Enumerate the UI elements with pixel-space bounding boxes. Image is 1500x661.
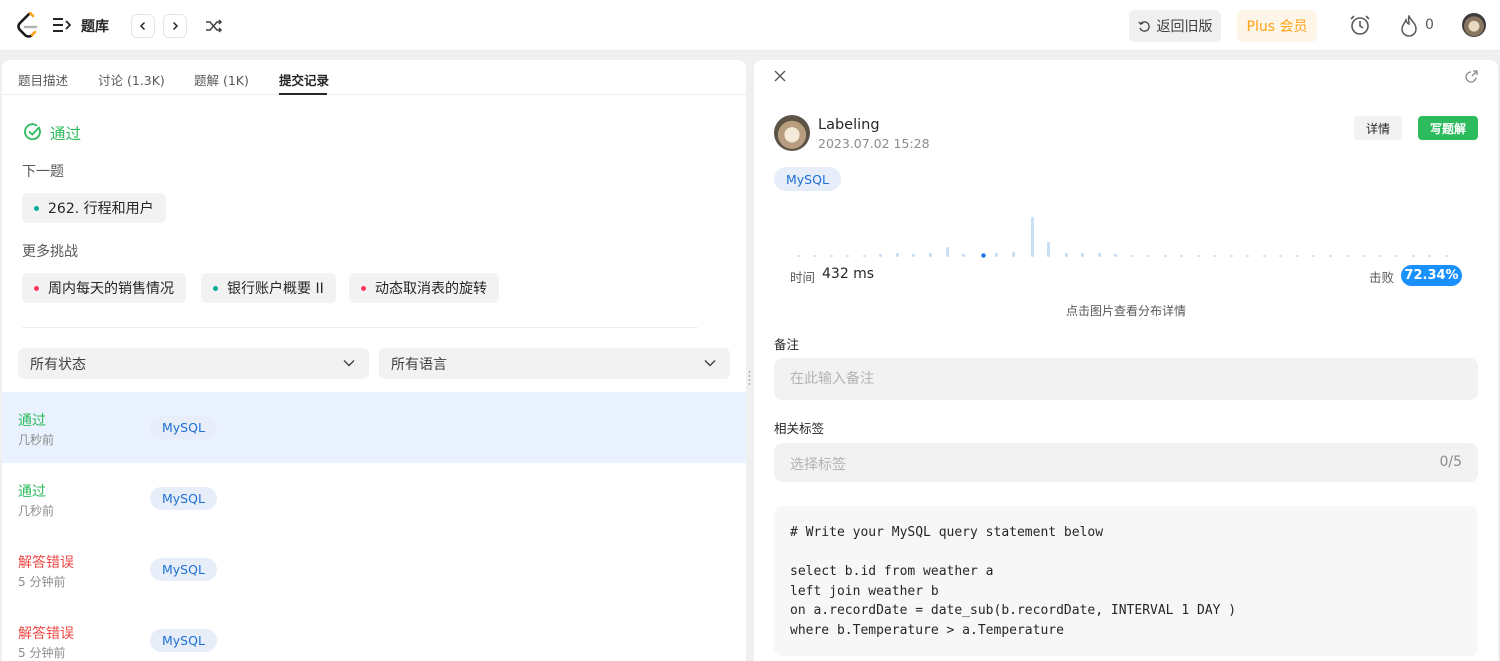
details-button[interactable]: 详情 [1354, 116, 1402, 140]
runtime-value: 432 ms [822, 266, 875, 282]
language-badge: MySQL [150, 487, 217, 510]
tags-label: 相关标签 [774, 421, 825, 436]
submission-status[interactable]: 通过 [18, 481, 46, 501]
language-filter-value: 所有语言 [391, 356, 447, 373]
submission-date: 2023.07.02 15:28 [818, 136, 930, 151]
next-problem-label: 262. 行程和用户 [48, 201, 154, 217]
back-to-old-version-button[interactable]: 返回旧版 [1129, 10, 1221, 42]
streak-count: 0 [1425, 17, 1434, 33]
tags-select[interactable]: 选择标签 0/5 [774, 443, 1478, 482]
undo-icon [1137, 20, 1150, 32]
difficulty-dot [34, 285, 39, 291]
submission-row[interactable]: 通过 几秒前 MySQL [2, 463, 746, 534]
tab-submissions[interactable]: 提交记录 [279, 70, 329, 89]
difficulty-dot [34, 205, 39, 211]
note-label: 备注 [774, 337, 800, 352]
language-badge: MySQL [150, 629, 217, 652]
submitted-code[interactable]: # Write your MySQL query statement below… [774, 506, 1478, 656]
runtime-label: 时间 [790, 270, 816, 285]
difficulty-dot [361, 285, 366, 291]
submissions-panel: 题目描述 讨论 (1.3K) 题解 (1K) 提交记录 通过 下一题 262. … [2, 60, 746, 661]
problem-list-title[interactable]: 题库 [81, 16, 109, 36]
leetcode-logo-icon[interactable] [16, 12, 38, 38]
check-circle-icon [24, 123, 41, 141]
language-filter-select[interactable]: 所有语言 [379, 348, 730, 379]
language-badge: MySQL [150, 416, 217, 439]
tab-discussion[interactable]: 讨论 (1.3K) [98, 70, 165, 89]
chevron-right-icon [172, 21, 179, 31]
status-filter-value: 所有状态 [30, 356, 86, 373]
next-problem-chip[interactable]: 262. 行程和用户 [22, 193, 166, 223]
tags-placeholder: 选择标签 [790, 457, 846, 473]
external-link-icon[interactable] [1465, 70, 1478, 83]
next-problem-button[interactable] [163, 14, 187, 38]
submission-time: 5 分钟前 [18, 646, 66, 660]
challenge-chip[interactable]: 银行账户概要 II [201, 273, 336, 303]
language-badge: MySQL [150, 558, 217, 581]
submission-row[interactable]: 解答错误 5 分钟前 MySQL [2, 605, 746, 661]
panel-resize-handle[interactable] [748, 370, 751, 386]
submission-row[interactable]: 通过 几秒前 MySQL [2, 392, 746, 463]
submission-time: 几秒前 [18, 433, 55, 447]
beats-percentage-badge: 72.34% [1401, 265, 1462, 286]
submission-row[interactable]: 解答错误 5 分钟前 MySQL [2, 534, 746, 605]
submitter-avatar[interactable] [774, 115, 810, 151]
status-filter-select[interactable]: 所有状态 [18, 348, 369, 379]
flame-icon[interactable] [1399, 15, 1419, 37]
next-problem-heading: 下一题 [22, 164, 64, 180]
chevron-left-icon [139, 21, 146, 31]
top-bar: 题库 返回旧版 Plus 会员 0 [0, 0, 1500, 51]
note-input[interactable] [774, 358, 1478, 400]
runtime-distribution-chart[interactable] [778, 208, 1468, 260]
submitter-name[interactable]: Labeling [818, 117, 880, 133]
user-avatar[interactable] [1462, 13, 1486, 37]
chart-hint: 点击图片查看分布详情 [1065, 304, 1186, 318]
tab-solutions[interactable]: 题解 (1K) [194, 70, 249, 89]
list-icon[interactable] [53, 17, 71, 33]
challenge-label: 周内每天的销售情况 [48, 281, 174, 297]
submission-status[interactable]: 解答错误 [18, 552, 74, 572]
divider [22, 327, 698, 328]
tab-description[interactable]: 题目描述 [18, 70, 68, 89]
back-to-old-version-label: 返回旧版 [1156, 19, 1213, 35]
beats-label: 击败 [1369, 270, 1395, 285]
submission-detail-panel: Labeling 2023.07.02 15:28 详情 写题解 MySQL 时… [754, 60, 1498, 661]
write-solution-button[interactable]: 写题解 [1418, 116, 1478, 140]
challenge-chip[interactable]: 动态取消表的旋转 [349, 273, 499, 303]
difficulty-dot [213, 285, 218, 291]
chevron-down-icon [704, 360, 716, 367]
prev-problem-button[interactable] [131, 14, 155, 38]
submission-status[interactable]: 通过 [18, 410, 46, 430]
challenge-label: 银行账户概要 II [227, 281, 324, 297]
shuffle-icon[interactable] [205, 17, 223, 35]
plus-member-button[interactable]: Plus 会员 [1237, 10, 1317, 42]
tab-bar: 题目描述 讨论 (1.3K) 题解 (1K) 提交记录 [2, 60, 746, 95]
more-challenges-heading: 更多挑战 [22, 244, 78, 260]
chevron-down-icon [343, 360, 355, 367]
challenge-label: 动态取消表的旋转 [375, 281, 487, 297]
active-tab-indicator [279, 93, 327, 95]
challenge-chip[interactable]: 周内每天的销售情况 [22, 273, 186, 303]
close-icon[interactable] [774, 70, 786, 82]
alarm-clock-icon[interactable] [1349, 14, 1371, 36]
language-badge: MySQL [774, 167, 841, 191]
submission-time: 几秒前 [18, 504, 55, 518]
submission-status[interactable]: 解答错误 [18, 623, 74, 643]
tags-count: 0/5 [1439, 454, 1462, 470]
submission-time: 5 分钟前 [18, 575, 66, 589]
result-status: 通过 [50, 125, 82, 143]
